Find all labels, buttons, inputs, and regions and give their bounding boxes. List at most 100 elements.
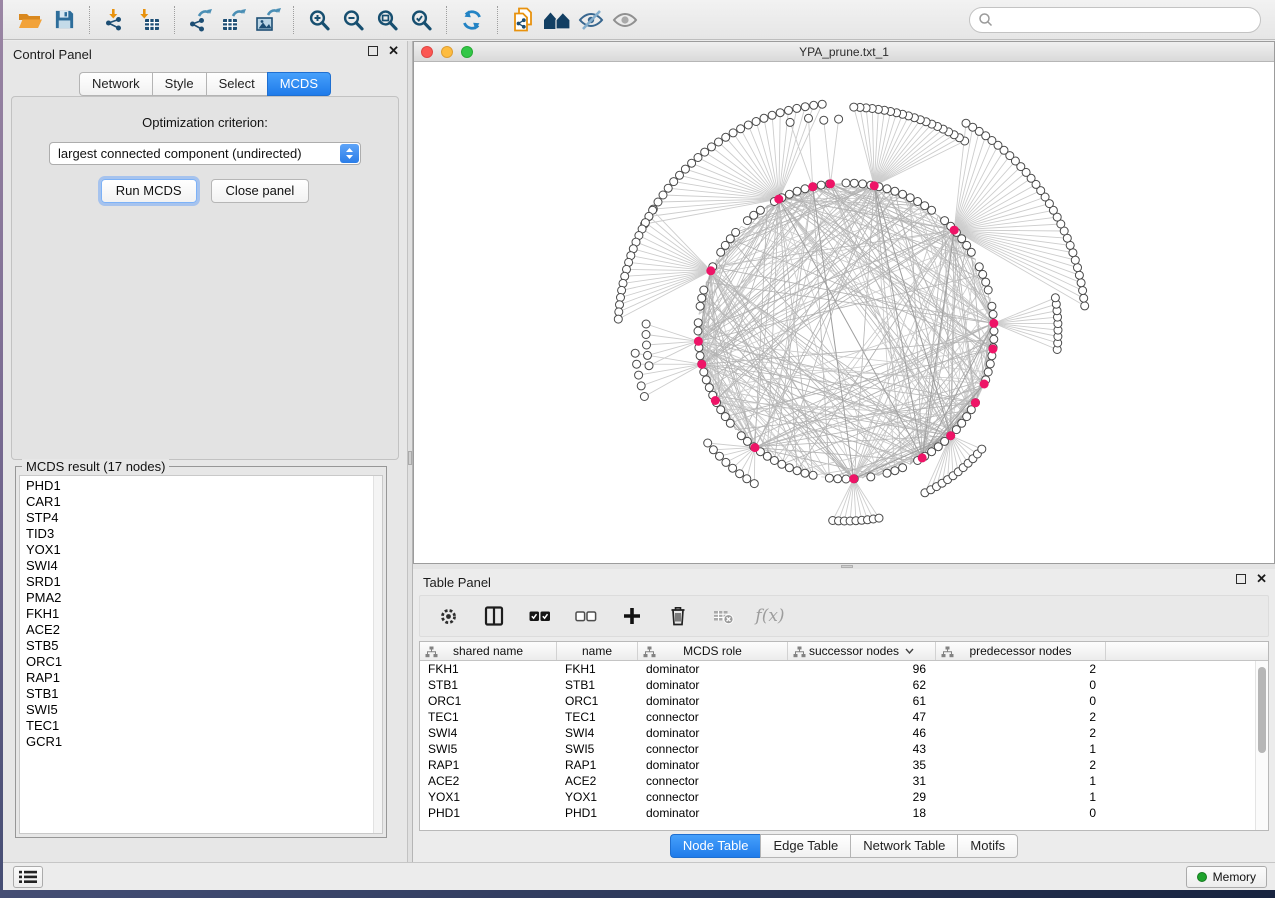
table-body: FKH1FKH1dominator962STB1STB1dominator620…	[420, 661, 1268, 821]
settings-icon[interactable]	[436, 604, 460, 628]
cell-mcds-role: dominator	[638, 693, 788, 709]
mcds-result-item[interactable]: RAP1	[20, 670, 382, 686]
column-header-name[interactable]: name	[557, 642, 638, 660]
cell-successor-nodes: 61	[788, 693, 936, 709]
refresh-icon[interactable]	[455, 4, 489, 36]
mcds-result-item[interactable]: GCR1	[20, 734, 382, 750]
mcds-result-item[interactable]: TEC1	[20, 718, 382, 734]
tab-style[interactable]: Style	[152, 72, 206, 96]
splitter-grip[interactable]	[841, 565, 853, 568]
cell-successor-nodes: 35	[788, 757, 936, 773]
column-header-mcds-role[interactable]: MCDS role	[638, 642, 788, 660]
open-file-icon[interactable]	[13, 4, 47, 36]
cell-successor-nodes: 29	[788, 789, 936, 805]
splitter-grip[interactable]	[408, 451, 412, 465]
close-panel-button[interactable]: Close panel	[211, 179, 310, 203]
mcds-result-item[interactable]: ORC1	[20, 654, 382, 670]
cell-mcds-role: dominator	[638, 757, 788, 773]
table-panel-tabs: Node TableEdge TableNetwork TableMotifs	[413, 834, 1275, 858]
mcds-result-item[interactable]: SWI4	[20, 558, 382, 574]
tab-node-table[interactable]: Node Table	[670, 834, 761, 858]
mcds-result-item[interactable]: STP4	[20, 510, 382, 526]
close-panel-icon[interactable]: ✕	[1256, 574, 1267, 584]
table-row[interactable]: ORC1ORC1dominator610	[420, 693, 1268, 709]
cell-mcds-role: dominator	[638, 661, 788, 677]
column-header-shared-name[interactable]: shared name	[420, 642, 557, 660]
mcds-list-scrollbar[interactable]	[373, 476, 382, 833]
mcds-result-item[interactable]: STB5	[20, 638, 382, 654]
tab-select[interactable]: Select	[206, 72, 267, 96]
hide-glasses-icon[interactable]	[574, 4, 608, 36]
column-header-successor-nodes[interactable]: successor nodes	[788, 642, 936, 660]
table-row[interactable]: TEC1TEC1connector472	[420, 709, 1268, 725]
close-panel-icon[interactable]: ✕	[388, 46, 399, 56]
close-window-icon[interactable]	[421, 46, 433, 58]
table-row[interactable]: FKH1FKH1dominator962	[420, 661, 1268, 677]
mcds-result-item[interactable]: SRD1	[20, 574, 382, 590]
network-canvas[interactable]	[414, 63, 1274, 563]
mcds-result-item[interactable]: TID3	[20, 526, 382, 542]
tab-network-table[interactable]: Network Table	[850, 834, 957, 858]
delete-column-icon[interactable]	[666, 604, 690, 628]
zoom-out-icon[interactable]	[336, 4, 370, 36]
tab-mcds[interactable]: MCDS	[267, 72, 331, 96]
mcds-result-item[interactable]: FKH1	[20, 606, 382, 622]
table-row[interactable]: YOX1YOX1connector291	[420, 789, 1268, 805]
zoom-in-icon[interactable]	[302, 4, 336, 36]
task-history-button[interactable]	[13, 866, 43, 888]
toggle-column-panel-icon[interactable]	[482, 604, 506, 628]
mcds-result-item[interactable]: STB1	[20, 686, 382, 702]
show-eye-icon[interactable]	[608, 4, 642, 36]
table-row[interactable]: PHD1PHD1dominator180	[420, 805, 1268, 821]
tab-edge-table[interactable]: Edge Table	[760, 834, 850, 858]
float-panel-icon[interactable]	[368, 46, 378, 56]
tab-network[interactable]: Network	[79, 72, 152, 96]
mcds-result-item[interactable]: YOX1	[20, 542, 382, 558]
column-header-predecessor-nodes[interactable]: predecessor nodes	[936, 642, 1106, 660]
import-table-icon[interactable]	[132, 4, 166, 36]
mcds-result-list[interactable]: PHD1CAR1STP4TID3YOX1SWI4SRD1PMA2FKH1ACE2…	[19, 475, 383, 834]
table-row[interactable]: ACE2ACE2connector311	[420, 773, 1268, 789]
import-network-icon[interactable]	[98, 4, 132, 36]
mcds-result-item[interactable]: CAR1	[20, 494, 382, 510]
table-row[interactable]: SWI4SWI4dominator462	[420, 725, 1268, 741]
toolbar-separator	[497, 6, 498, 34]
table-scrollbar-thumb[interactable]	[1258, 667, 1266, 753]
export-network-icon[interactable]	[183, 4, 217, 36]
table-row[interactable]: STB1STB1dominator620	[420, 677, 1268, 693]
float-panel-icon[interactable]	[1236, 574, 1246, 584]
mcds-result-item[interactable]: SWI5	[20, 702, 382, 718]
mcds-result-item[interactable]: PMA2	[20, 590, 382, 606]
cell-name: SWI5	[557, 741, 638, 757]
tab-motifs[interactable]: Motifs	[957, 834, 1018, 858]
table-header-row: shared namenameMCDS rolesuccessor nodesp…	[420, 642, 1268, 661]
cell-shared-name: ORC1	[420, 693, 557, 709]
export-image-icon[interactable]	[251, 4, 285, 36]
cell-predecessor-nodes: 1	[936, 741, 1106, 757]
table-row[interactable]: SWI5SWI5connector431	[420, 741, 1268, 757]
save-session-icon[interactable]	[47, 4, 81, 36]
network-window-titlebar[interactable]: YPA_prune.txt_1	[414, 42, 1274, 62]
cell-predecessor-nodes: 2	[936, 661, 1106, 677]
add-column-icon[interactable]	[620, 604, 644, 628]
zoom-fit-icon[interactable]	[370, 4, 404, 36]
mcds-result-item[interactable]: ACE2	[20, 622, 382, 638]
table-scrollbar[interactable]	[1255, 661, 1268, 830]
minimize-window-icon[interactable]	[441, 46, 453, 58]
table-row[interactable]: RAP1RAP1dominator352	[420, 757, 1268, 773]
export-table-icon[interactable]	[217, 4, 251, 36]
memory-button[interactable]: Memory	[1186, 866, 1267, 888]
maximize-window-icon[interactable]	[461, 46, 473, 58]
network-graph	[414, 63, 1274, 563]
deselect-all-icon[interactable]	[574, 604, 598, 628]
home-icon[interactable]	[540, 4, 574, 36]
run-mcds-button[interactable]: Run MCDS	[101, 179, 197, 203]
optimization-criterion-select[interactable]: largest connected component (undirected)	[49, 142, 361, 165]
search-field[interactable]	[969, 7, 1261, 33]
node-table: shared namenameMCDS rolesuccessor nodesp…	[419, 641, 1269, 831]
search-input[interactable]	[994, 10, 1260, 30]
share-document-icon[interactable]	[506, 4, 540, 36]
mcds-result-item[interactable]: PHD1	[20, 478, 382, 494]
select-all-icon[interactable]	[528, 604, 552, 628]
zoom-selected-icon[interactable]	[404, 4, 438, 36]
